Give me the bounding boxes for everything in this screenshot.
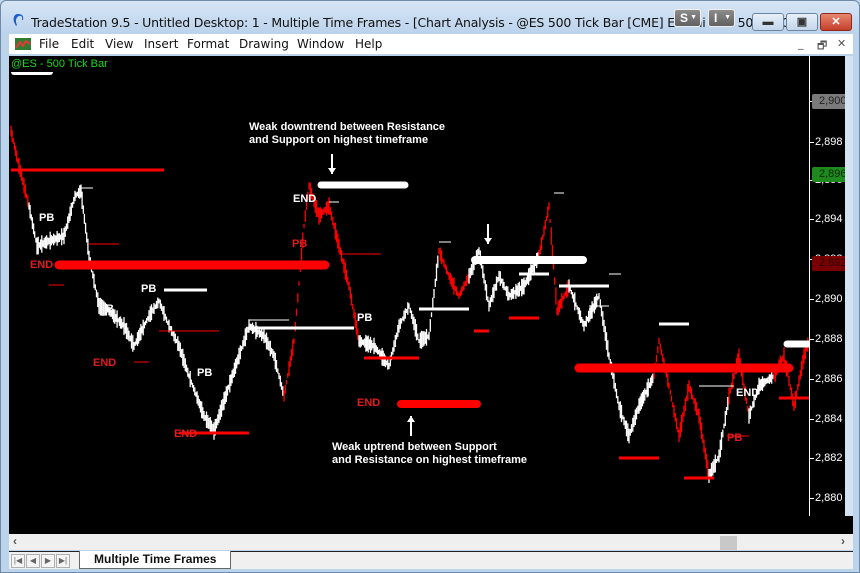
downtrend-annotation-line-2: and Support on highest timeframe: [249, 134, 429, 146]
symbol-label: @ES - 500 Tick Bar: [11, 58, 108, 70]
price-tick: 2,890: [810, 293, 843, 305]
down-arrow-icon-head: [484, 238, 492, 244]
tab-prev-button[interactable]: ◀: [26, 554, 40, 568]
end-marker: END: [30, 259, 54, 271]
price-tick: 2,886: [810, 373, 843, 385]
uptrend-annotation: Weak uptrend between Support and Resista…: [332, 441, 527, 467]
pb-marker: PB: [727, 432, 743, 444]
quick-button-i[interactable]: I ▼: [708, 9, 735, 27]
menu-insert[interactable]: Insert: [144, 37, 178, 51]
menu-edit[interactable]: Edit: [71, 37, 94, 51]
menu-window[interactable]: Window: [297, 37, 344, 51]
down-arrow-icon-head: [328, 168, 336, 174]
price-tick: 2,882: [810, 452, 843, 464]
end-marker: END: [357, 397, 381, 409]
chart-window-icon: [15, 38, 31, 50]
menu-bar: File Edit View Insert Format Drawing Win…: [9, 34, 853, 54]
end-marker: END: [174, 428, 198, 440]
mdi-close-button[interactable]: ✕: [837, 37, 846, 50]
first-icon: |◀: [13, 556, 23, 565]
tab-first-button[interactable]: |◀: [11, 554, 25, 568]
tradestation-logo-icon: [13, 14, 24, 26]
mdi-minimize-button[interactable]: _: [798, 37, 804, 50]
b-marker: B: [106, 303, 114, 315]
pb-marker: PB: [39, 212, 55, 224]
time-axis-divider: [809, 56, 810, 534]
up-arrow-icon-head: [407, 416, 415, 422]
menu-format[interactable]: Format: [187, 37, 229, 51]
pb-marker: PB: [357, 312, 373, 324]
next-icon: ▶: [44, 556, 52, 565]
uptrend-annotation-line-1: Weak uptrend between Support: [332, 441, 497, 453]
scroll-left-icon[interactable]: ‹: [13, 534, 17, 548]
tab-multiple-time-frames[interactable]: Multiple Time Frames: [79, 551, 232, 569]
sheet-tab-bar: |◀ ◀ ▶ ▶| Multiple Time Frames: [9, 551, 853, 569]
downtrend-annotation-line-1: Weak downtrend between Resistance: [249, 121, 446, 133]
end-marker: END: [736, 387, 760, 399]
tradestation-window: TradeStation 9.5 - Untitled Desktop: 1 -…: [0, 0, 860, 573]
price-tick: 2,898: [810, 136, 843, 148]
price-tick: 2,894: [810, 213, 843, 225]
menu-help[interactable]: Help: [355, 37, 382, 51]
price-tick: 2,884: [810, 413, 843, 425]
last-icon: ▶|: [58, 556, 68, 565]
time-axis-band: [9, 516, 853, 534]
close-icon: ✕: [831, 16, 841, 28]
pb-marker: PB: [141, 283, 157, 295]
maximize-button[interactable]: ▣: [786, 13, 818, 31]
price-tick: 2,888: [810, 333, 843, 345]
horizontal-scrollbar[interactable]: ‹ ›: [9, 534, 853, 550]
end-marker: END: [293, 193, 317, 205]
pb-marker: PB: [197, 367, 213, 379]
uptrend-annotation-line-2: and Resistance on highest timeframe: [332, 454, 527, 466]
menu-view[interactable]: View: [105, 37, 133, 51]
tab-next-button[interactable]: ▶: [41, 554, 55, 568]
minimize-icon: ▬: [762, 16, 774, 28]
symbol-underline: [11, 72, 53, 75]
scroll-thumb[interactable]: [720, 536, 737, 550]
scroll-right-icon[interactable]: ›: [841, 534, 845, 548]
tab-last-button[interactable]: ▶|: [56, 554, 70, 568]
mdi-restore-button[interactable]: 🗗: [817, 37, 827, 56]
quick-button-s[interactable]: S ▼: [674, 9, 701, 27]
caret-down-icon: ▼: [724, 14, 731, 21]
chart-analysis-area[interactable]: @ES - 500 Tick Bar Weak downtrend betwee…: [9, 56, 853, 531]
menu-drawing[interactable]: Drawing: [239, 37, 289, 51]
prev-icon: ◀: [29, 556, 37, 565]
end-marker: END: [93, 357, 117, 369]
minimize-button[interactable]: ▬: [752, 13, 784, 31]
caret-down-icon: ▼: [690, 14, 697, 21]
vertical-scrollbar[interactable]: [845, 56, 853, 516]
title-bar: TradeStation 9.5 - Untitled Desktop: 1 -…: [1, 1, 859, 33]
close-button[interactable]: ✕: [820, 13, 852, 31]
downtrend-annotation: Weak downtrend between Resistance and Su…: [249, 121, 445, 147]
pb-marker: PB: [292, 238, 308, 250]
price-tick: 2,880: [810, 492, 843, 504]
menu-file[interactable]: File: [39, 37, 59, 51]
maximize-icon: ▣: [796, 16, 808, 28]
